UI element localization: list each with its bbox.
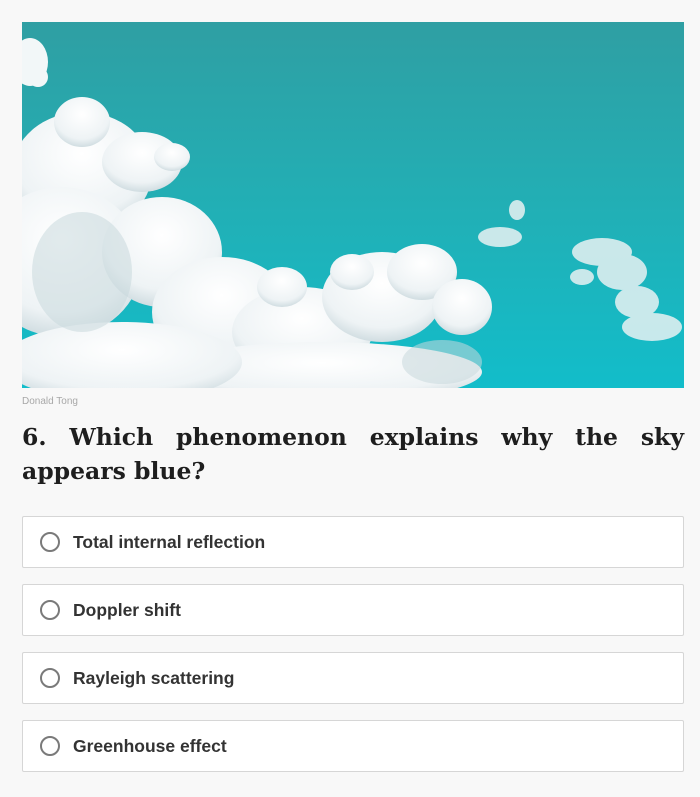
answer-option-label: Greenhouse effect: [73, 735, 227, 756]
question-title: 6. Which phenomenon explains why the sky…: [22, 423, 684, 485]
answer-options: Total internal reflection Doppler shift …: [22, 516, 684, 788]
photo-credit: Donald Tong: [22, 396, 78, 407]
quiz-page: Donald Tong 6. Which phenomenon explains…: [0, 0, 700, 797]
answer-option-label: Doppler shift: [73, 599, 181, 620]
answer-option-doppler-shift[interactable]: Doppler shift: [22, 584, 684, 636]
radio-button-icon[interactable]: [40, 600, 60, 620]
answer-option-label: Total internal reflection: [73, 531, 266, 552]
answer-option-label: Rayleigh scattering: [73, 667, 235, 688]
answer-option-rayleigh-scattering[interactable]: Rayleigh scattering: [22, 652, 684, 704]
sky-photo: [22, 22, 684, 388]
radio-button-icon[interactable]: [40, 668, 60, 688]
radio-button-icon[interactable]: [40, 736, 60, 756]
answer-option-greenhouse-effect[interactable]: Greenhouse effect: [22, 720, 684, 772]
radio-button-icon[interactable]: [40, 532, 60, 552]
answer-option-total-internal-reflection[interactable]: Total internal reflection: [22, 516, 684, 568]
